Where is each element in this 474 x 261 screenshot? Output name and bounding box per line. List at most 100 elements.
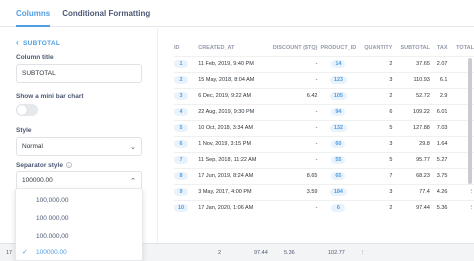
table-cell: 5: [359, 119, 393, 136]
table-cell: ⋮: [447, 199, 474, 216]
chevron-left-icon: ‹: [16, 38, 19, 47]
id-badge[interactable]: 4: [174, 108, 188, 116]
table-cell: 60: [317, 135, 360, 152]
data-preview-table: ID CREATED_AT DISCOUNT ($TQ) PRODUCT_ID …: [158, 28, 474, 243]
product-id-link[interactable]: 60: [331, 140, 346, 148]
table-cell: 94: [317, 103, 360, 120]
product-id-link[interactable]: 55: [331, 156, 346, 164]
table-cell: 9: [174, 183, 199, 200]
table-cell: 1.64: [429, 135, 448, 152]
separator-option[interactable]: 100,000.00: [16, 191, 142, 209]
table-cell: 55: [317, 151, 360, 168]
column-header: TAX: [436, 44, 448, 51]
table-cell: 17 Jan, 2020, 1:06 AM: [198, 199, 263, 216]
table-cell: 3: [359, 183, 393, 200]
table-row: 422 Aug, 2019, 9:30 PM-946109.226.01⋮: [174, 103, 474, 120]
style-select[interactable]: Normal ⌄: [16, 137, 142, 156]
table-row: 215 May, 2018, 8:04 AM-1233110.936.1⋮: [174, 71, 474, 88]
table-cell: 5: [359, 151, 393, 168]
table-cell: 3 May, 2017, 4:00 PM: [198, 183, 263, 200]
table-cell: 3: [174, 87, 199, 104]
id-badge[interactable]: 10: [174, 204, 189, 213]
separator-option[interactable]: 100 000,00: [16, 209, 142, 227]
id-badge[interactable]: 2: [174, 76, 188, 84]
table-cell: 77.4: [392, 183, 430, 200]
product-id-link[interactable]: 132: [329, 124, 347, 132]
id-badge[interactable]: 3: [174, 92, 188, 100]
column-title-input[interactable]: SUBTOTAL: [16, 64, 142, 83]
tab-conditional-formatting[interactable]: Conditional Formatting: [62, 0, 150, 26]
product-id-link[interactable]: 123: [329, 76, 347, 84]
table-cell: 184: [317, 183, 360, 200]
table-cell: 3.75: [429, 167, 448, 184]
table-cell: 2.07: [429, 55, 448, 72]
product-id-link[interactable]: 14: [331, 60, 346, 68]
column-header: TOTAL: [456, 44, 474, 51]
table-row: 61 Nov, 2019, 3:15 PM-60329.81.64⋮: [174, 135, 474, 152]
table-cell: 3: [359, 135, 393, 152]
scrollbar[interactable]: [468, 58, 472, 184]
table-row: 817 Jun, 2019, 8:24 AM8.6565768.233.75⋮: [174, 167, 474, 184]
table-cell: 97.44: [392, 199, 430, 216]
background-cell: 5.36: [284, 250, 295, 256]
separator-style-label: Separator style i: [16, 162, 72, 169]
table-cell: 17 Jun, 2019, 8:24 AM: [198, 167, 263, 184]
column-header: CREATED_AT: [198, 44, 235, 51]
mini-bar-chart-toggle[interactable]: [16, 104, 38, 116]
table-cell: 109.22: [392, 103, 430, 120]
separator-option-selected[interactable]: ✓ 100000.00: [16, 243, 142, 261]
product-id-link[interactable]: 94: [331, 108, 346, 116]
table-cell: 11 Sep, 2018, 11:22 AM: [198, 151, 263, 168]
style-label: Style: [16, 127, 32, 134]
table-cell: 2: [359, 199, 393, 216]
background-cell: 102.77: [328, 250, 345, 256]
separator-option-label: 100000.00: [36, 248, 67, 256]
toggle-knob: [17, 105, 27, 115]
table-cell: -: [262, 55, 318, 72]
table-cell: 2: [359, 55, 393, 72]
product-id-link[interactable]: 6: [331, 204, 346, 213]
table-cell: -: [262, 135, 318, 152]
background-cell: 97.44: [254, 250, 268, 256]
back-to-columns-link[interactable]: ‹ SUBTOTAL: [16, 39, 60, 47]
table-cell: 95.77: [392, 151, 430, 168]
id-badge[interactable]: 5: [174, 124, 188, 132]
id-badge[interactable]: 6: [174, 140, 188, 148]
id-badge[interactable]: 1: [174, 60, 188, 68]
table-cell: 1 Nov, 2019, 3:15 PM: [198, 135, 263, 152]
table-row: 711 Sep, 2018, 11:22 AM-55595.775.27⋮: [174, 151, 474, 168]
separator-style-label-text: Separator style: [16, 162, 63, 169]
table-cell: 68.23: [392, 167, 430, 184]
table-cell: -: [262, 199, 318, 216]
table-row: 111 Feb, 2019, 9:40 PM-14237.652.07⋮: [174, 55, 474, 72]
product-id-link[interactable]: 184: [329, 188, 347, 196]
table-cell: 11 Feb, 2019, 9:40 PM: [198, 55, 263, 72]
table-cell: ⋮: [447, 183, 474, 200]
product-id-link[interactable]: 105: [329, 92, 347, 100]
settings-tabs: Columns Conditional Formatting: [0, 0, 474, 27]
background-cell: 17: [6, 250, 13, 256]
table-cell: 7: [359, 167, 393, 184]
table-cell: 110.93: [392, 71, 430, 88]
table-row: 36 Dec, 2019, 9:22 AM6.42105252.722.9⋮: [174, 87, 474, 104]
table-cell: 6.1: [429, 71, 448, 88]
table-header-row: ID CREATED_AT DISCOUNT ($TQ) PRODUCT_ID …: [174, 40, 474, 56]
table-cell: 7.03: [429, 119, 448, 136]
table-cell: -: [262, 103, 318, 120]
background-cell: ⋮: [360, 250, 366, 256]
table-cell: -: [262, 151, 318, 168]
column-header: DISCOUNT ($TQ): [272, 44, 318, 51]
tab-columns[interactable]: Columns: [16, 0, 51, 27]
table-cell: 132: [317, 119, 360, 136]
id-badge[interactable]: 7: [174, 156, 188, 164]
id-badge[interactable]: 8: [174, 172, 188, 180]
column-title-label: Column title: [16, 54, 54, 61]
table-cell: 105: [317, 87, 360, 104]
table-cell: 6: [174, 135, 199, 152]
table-row: 9 3 May, 2017, 4:00 PM 3.59 184 3 77.4 4.26 ⋮: [174, 183, 474, 200]
table-cell: 7: [174, 151, 199, 168]
product-id-link[interactable]: 65: [331, 172, 346, 180]
chevron-up-icon: ⌃: [130, 177, 136, 185]
id-badge[interactable]: 9: [174, 188, 188, 196]
column-header: ID: [174, 44, 180, 51]
